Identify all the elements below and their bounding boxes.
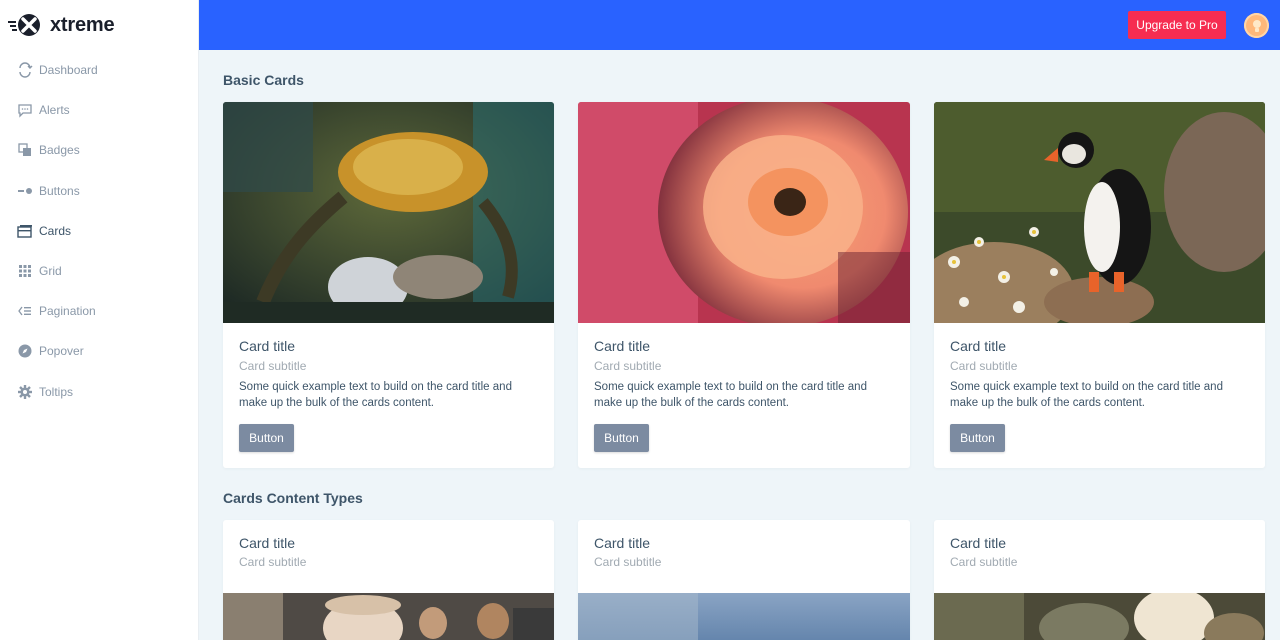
- basic-card: Card title Card subtitle Some quick exam…: [223, 102, 554, 468]
- sidebar-item-buttons[interactable]: Buttons: [0, 171, 198, 211]
- message-icon: [17, 102, 33, 118]
- card-title: Card title: [950, 535, 1007, 551]
- xtreme-logo-icon: [8, 14, 40, 36]
- sidebar-nav: Dashboard Alerts Badges Buttons Cards Gr…: [0, 50, 198, 412]
- card-subtitle: Card subtitle: [594, 555, 662, 569]
- sidebar-item-label: Alerts: [39, 103, 70, 118]
- sidebar-item-badges[interactable]: Badges: [0, 130, 198, 170]
- sidebar-item-popover[interactable]: Popover: [0, 331, 198, 371]
- sidebar-item-pagination[interactable]: Pagination: [0, 291, 198, 331]
- basic-card: Card title Card subtitle Some quick exam…: [578, 102, 910, 468]
- sidebar-item-label: Buttons: [39, 183, 80, 198]
- puffin-photo: [934, 102, 1265, 323]
- sidebar-item-grid[interactable]: Grid: [0, 251, 198, 291]
- card-subtitle: Card subtitle: [950, 555, 1018, 569]
- grid-icon: [17, 263, 33, 279]
- section-title-cards-content-types: Cards Content Types: [223, 490, 363, 506]
- content-card: Card title Card subtitle: [934, 520, 1265, 640]
- people-photo: [223, 593, 554, 640]
- sidebar-item-label: Pagination: [39, 304, 96, 319]
- card-subtitle: Card subtitle: [950, 359, 1018, 373]
- card-text: Some quick example text to build on the …: [950, 381, 1223, 409]
- content-card: Card title Card subtitle: [578, 520, 910, 640]
- cards-icon: [17, 223, 33, 239]
- card-title: Card title: [239, 338, 296, 354]
- sidebar: xtreme Dashboard Alerts Badges Buttons C…: [0, 0, 199, 640]
- crab-photo: [223, 102, 554, 323]
- sidebar-item-label: Dashboard: [39, 63, 98, 78]
- card-text: Some quick example text to build on the …: [594, 381, 867, 409]
- content-card: Card title Card subtitle: [223, 520, 554, 640]
- sidebar-item-label: Badges: [39, 143, 80, 158]
- basic-card: Card title Card subtitle Some quick exam…: [934, 102, 1265, 468]
- upgrade-to-pro-button[interactable]: Upgrade to Pro: [1128, 11, 1226, 39]
- hands-photo: [934, 593, 1265, 640]
- sky-photo: [578, 593, 910, 640]
- compass-icon: [17, 343, 33, 359]
- list-icon: [17, 303, 33, 319]
- card-title: Card title: [594, 535, 651, 551]
- card-subtitle: Card subtitle: [594, 359, 662, 373]
- brand[interactable]: xtreme: [0, 0, 198, 50]
- card-title: Card title: [594, 338, 651, 354]
- user-avatar-icon: [1252, 19, 1261, 32]
- avatar[interactable]: [1244, 13, 1269, 38]
- card-subtitle: Card subtitle: [239, 359, 307, 373]
- sidebar-item-label: Grid: [39, 264, 62, 279]
- card-button[interactable]: Button: [950, 424, 1005, 452]
- brand-name: xtreme: [50, 13, 115, 36]
- card-title: Card title: [239, 535, 296, 551]
- sidebar-item-alerts[interactable]: Alerts: [0, 90, 198, 130]
- toggle-icon: [17, 183, 33, 199]
- card-title: Card title: [950, 338, 1007, 354]
- copy-icon: [17, 142, 33, 158]
- card-text: Some quick example text to build on the …: [239, 381, 512, 409]
- sidebar-item-cards[interactable]: Cards: [0, 211, 198, 251]
- rose-photo: [578, 102, 910, 323]
- gear-icon: [17, 384, 33, 400]
- sidebar-item-tooltips[interactable]: Toltips: [0, 372, 198, 412]
- section-title-basic-cards: Basic Cards: [223, 72, 304, 88]
- dashboard-icon: [17, 62, 33, 78]
- sidebar-item-label: Cards: [39, 223, 72, 238]
- card-button[interactable]: Button: [594, 424, 649, 452]
- sidebar-item-label: Toltips: [39, 384, 74, 399]
- card-subtitle: Card subtitle: [239, 555, 307, 569]
- sidebar-item-label: Popover: [39, 344, 84, 359]
- sidebar-item-dashboard[interactable]: Dashboard: [0, 50, 198, 90]
- card-button[interactable]: Button: [239, 424, 294, 452]
- topbar: Upgrade to Pro: [199, 0, 1280, 50]
